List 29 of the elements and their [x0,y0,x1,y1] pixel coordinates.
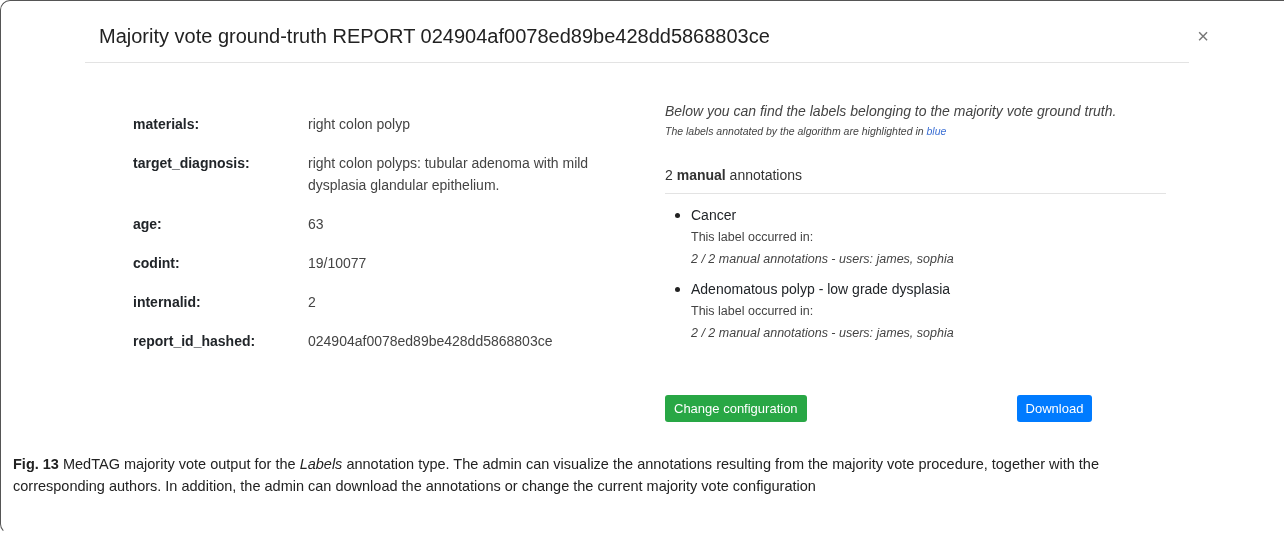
field-label: target_diagnosis: [133,154,251,173]
field-value: 024904af0078ed89be428dd5868803ce [308,332,554,351]
field-value: 2 [308,293,317,312]
highlight-link[interactable]: blue [926,125,947,137]
field-value: right colon polyps: tubular adenoma with mild dysplasia glandular epithelium. [308,154,590,195]
note-text: The labels annotated by the algorithm are highlighted in blue [665,125,948,137]
annotation-label: Cancer [691,206,737,225]
field-label: internalid: [133,293,202,312]
bullet-icon [675,212,680,218]
field-label: report_id_hashed: [133,332,257,351]
field-label: codint: [133,254,181,273]
change-configuration-button[interactable]: Change configuration [665,395,807,422]
field-label: materials: [133,115,201,134]
annotation-label: Adenomatous polyp - low grade dysplasia [691,280,951,299]
occurrence-detail: 2 / 2 manual annotations - users: james, sophia [691,325,955,342]
download-button[interactable]: Download [1016,395,1093,422]
occurrence-detail: 2 / 2 manual annotations - users: james, sophia [691,251,955,268]
bullet-icon [675,286,680,292]
figure-caption: Fig. 13 MedTAG majority vote output for the Labels annotation type. The admin can visualize the annotations resulting from the majority vote procedure, together with the corresponding authors. In addition, the admin can download the annotations or change the current majority vote configuration [13,455,1100,496]
modal-title: Majority vote ground-truth REPORT 024904af0078ed89be428dd5868803ce [99,25,770,48]
occurrence-text: This label occurred in: [691,303,815,320]
annotations-heading: 2 manual annotations [665,167,1166,194]
field-value: 63 [308,215,325,234]
intro-text: Below you can find the labels belonging to the majority vote ground truth. [665,103,1118,119]
field-label: age: [133,215,163,234]
close-button[interactable]: × [1197,25,1209,48]
field-value: right colon polyp [308,115,411,134]
field-value: 19/10077 [308,254,368,273]
occurrence-text: This label occurred in: [691,229,815,246]
